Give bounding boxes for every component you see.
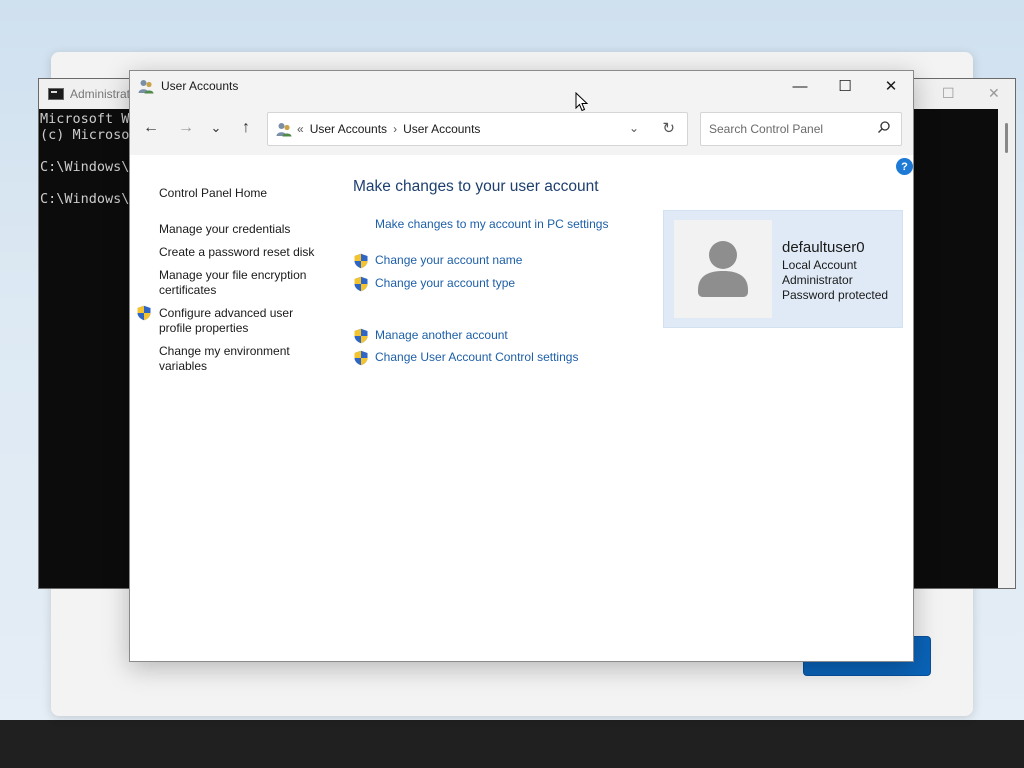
breadcrumb-item[interactable]: User Accounts <box>310 122 387 136</box>
pc-settings-link[interactable]: Make changes to my account in PC setting… <box>375 217 608 231</box>
close-button[interactable]: ✕ <box>868 71 914 101</box>
avatar-icon <box>698 241 748 297</box>
cmd-icon <box>48 88 64 100</box>
minimize-button[interactable]: — <box>777 71 823 101</box>
address-bar[interactable]: « User Accounts › User Accounts ⌄ ↻ <box>267 112 688 146</box>
users-icon <box>276 123 292 137</box>
cmd-scrollbar-thumb[interactable] <box>1005 123 1008 153</box>
users-icon <box>138 80 154 94</box>
shield-icon <box>137 305 151 321</box>
forward-button[interactable]: → <box>173 115 199 141</box>
cmd-maximize-button[interactable]: ☐ <box>942 85 955 102</box>
help-icon[interactable]: ? <box>896 158 913 175</box>
search-input[interactable] <box>709 121 869 137</box>
mouse-cursor-icon <box>575 92 589 112</box>
refresh-icon[interactable]: ↻ <box>662 119 675 137</box>
environment-variables-link[interactable]: Change my environment variables <box>159 344 324 374</box>
breadcrumb-overflow[interactable]: « <box>297 122 304 136</box>
shield-icon <box>354 276 368 292</box>
shield-icon <box>354 350 368 366</box>
uac-settings-link[interactable]: Change User Account Control settings <box>375 350 578 364</box>
recent-locations-button[interactable]: ⌄ <box>203 115 229 141</box>
avatar <box>674 220 772 318</box>
account-role: Administrator <box>782 273 853 287</box>
up-button[interactable]: ↑ <box>233 115 259 141</box>
shield-icon <box>354 253 368 269</box>
chevron-down-icon[interactable]: ⌄ <box>629 121 639 135</box>
cmd-close-button[interactable]: ✕ <box>988 85 1000 102</box>
advanced-profile-properties-link[interactable]: Configure advanced user profile properti… <box>159 306 324 336</box>
manage-credentials-link[interactable]: Manage your credentials <box>159 222 324 237</box>
change-account-name-link[interactable]: Change your account name <box>375 253 522 267</box>
breadcrumb-item[interactable]: User Accounts <box>403 122 480 136</box>
manage-another-account-link[interactable]: Manage another account <box>375 328 508 342</box>
window-titlebar[interactable]: User Accounts — ☐ ✕ <box>130 71 913 101</box>
navigation-bar: ← → ⌄ ↑ « User Accounts › User Accounts … <box>130 101 913 155</box>
account-type: Local Account <box>782 258 857 272</box>
user-account-card: defaultuser0 Local Account Administrator… <box>663 210 903 328</box>
content-area: ? Control Panel Home Manage your credent… <box>130 155 913 662</box>
file-encryption-link[interactable]: Manage your file encryption certificates <box>159 268 324 298</box>
search-box[interactable] <box>700 112 902 146</box>
user-accounts-window[interactable]: User Accounts — ☐ ✕ ← → ⌄ ↑ « User Accou… <box>129 70 914 662</box>
user-name: defaultuser0 <box>782 239 865 256</box>
cmd-scrollbar[interactable] <box>998 109 1015 588</box>
back-button[interactable]: ← <box>138 115 164 141</box>
search-icon[interactable] <box>877 120 891 134</box>
chevron-right-icon[interactable]: › <box>393 122 397 136</box>
change-account-type-link[interactable]: Change your account type <box>375 276 515 290</box>
password-status: Password protected <box>782 288 889 302</box>
cmd-title: Administrat <box>70 87 131 101</box>
shield-icon <box>354 328 368 344</box>
password-reset-disk-link[interactable]: Create a password reset disk <box>159 245 324 260</box>
control-panel-home-link[interactable]: Control Panel Home <box>159 186 324 201</box>
taskbar <box>0 720 1024 768</box>
page-title: Make changes to your user account <box>353 178 599 195</box>
window-title: User Accounts <box>161 79 239 93</box>
maximize-button[interactable]: ☐ <box>822 71 868 101</box>
